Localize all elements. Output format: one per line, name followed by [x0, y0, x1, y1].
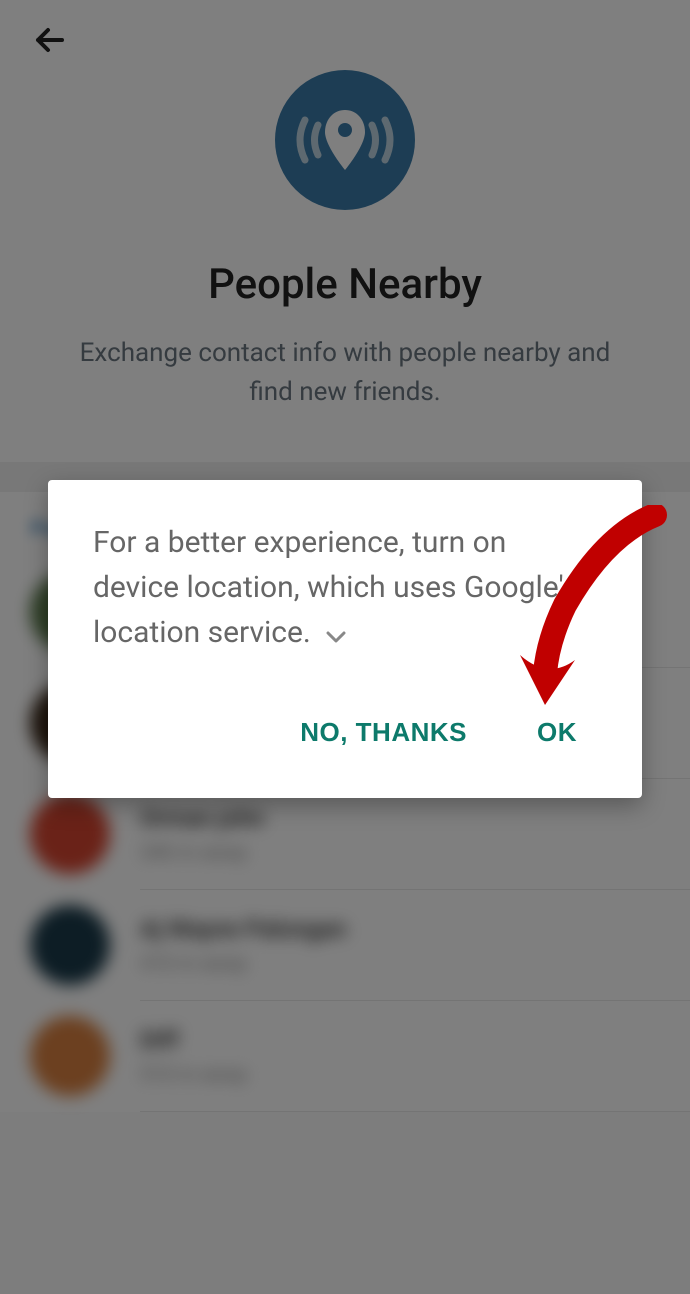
- dialog-message: For a better experience, turn on device …: [93, 520, 597, 657]
- location-dialog: For a better experience, turn on device …: [48, 480, 642, 798]
- dialog-actions: NO, THANKS OK: [93, 707, 597, 778]
- chevron-down-icon[interactable]: [326, 612, 346, 657]
- ok-button[interactable]: OK: [532, 707, 582, 758]
- no-thanks-button[interactable]: NO, THANKS: [295, 707, 472, 758]
